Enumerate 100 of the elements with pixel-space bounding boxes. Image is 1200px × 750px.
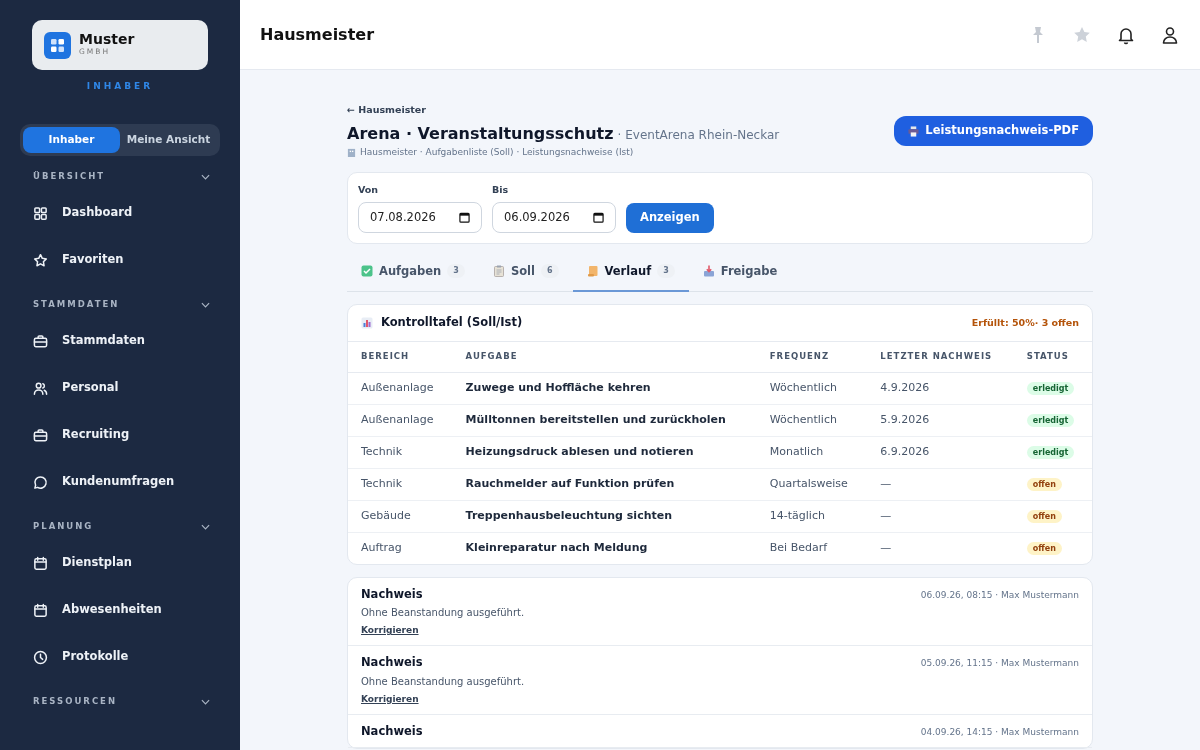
status-pill: erledigt <box>1026 445 1075 459</box>
entry-title: Nachweis <box>361 654 423 672</box>
table-cell: Zuwege und Hoffläche kehren <box>452 372 757 404</box>
card-title: Kontrolltafel (Soll/Ist) <box>381 314 523 332</box>
tab-count: 3 <box>447 264 465 279</box>
table-cell: Technik <box>348 468 453 500</box>
table-cell: Rauchmelder auf Funktion prüfen <box>452 468 757 500</box>
column-header: STATUS <box>1013 342 1092 372</box>
pdf-button[interactable]: Leistungsnachweis-PDF <box>894 116 1093 146</box>
table-cell: 6.9.2026 <box>867 436 1014 468</box>
table-cell: Auftrag <box>348 532 453 564</box>
table-cell: Kleinreparatur nach Meldung <box>452 532 757 564</box>
entry-meta: 04.09.26, 14:15 · Max Mustermann <box>920 725 1079 739</box>
entry-title: Nachweis <box>361 722 423 740</box>
tab-label: Verlauf <box>604 262 652 280</box>
toggle-button[interactable]: Inhaber <box>23 126 120 153</box>
date-field[interactable]: 06.09.2026 <box>492 201 616 233</box>
table-cell: Quartalsweise <box>756 468 868 500</box>
bar-chart-icon <box>361 317 373 329</box>
table-cell: — <box>867 532 1014 564</box>
role-label: INHABER <box>85 80 155 93</box>
calendar-icon <box>33 602 48 618</box>
entry-title: Nachweis <box>361 586 423 603</box>
tab-label: Soll <box>510 262 535 280</box>
date-field[interactable]: 07.08.2026 <box>358 201 482 233</box>
table-cell: Heizungsdruck ablesen und notieren <box>452 436 757 468</box>
status-pill: offen <box>1026 542 1062 555</box>
user-icon[interactable] <box>1160 24 1180 45</box>
nav-item[interactable]: Kundenumfragen <box>0 458 240 506</box>
nav-item[interactable]: Recruiting <box>0 411 240 459</box>
section-heading: STAMMDATEN <box>33 298 120 311</box>
scroll-icon <box>586 265 599 278</box>
tab[interactable]: Freigabe <box>688 253 792 292</box>
column-header: BEREICH <box>348 342 453 372</box>
grid-icon <box>33 205 48 221</box>
entry-text: Ohne Beanstandung ausgeführt. <box>361 674 526 689</box>
status-pill: erledigt <box>1026 413 1075 427</box>
table-cell: 5.9.2026 <box>867 404 1014 436</box>
table-cell: Wöchentlich <box>756 404 868 436</box>
tab[interactable]: Verlauf 3 <box>572 253 689 292</box>
chevron-down-icon[interactable] <box>201 173 210 180</box>
field-label: Bis <box>492 182 510 197</box>
table-cell: 14-täglich <box>756 500 868 532</box>
table-cell: Gebäude <box>348 500 453 532</box>
table-cell: Außenanlage <box>348 372 453 404</box>
nav-item[interactable]: Protokolle <box>0 633 240 681</box>
logo-name: Muster <box>79 32 135 47</box>
chevron-down-icon[interactable] <box>201 301 210 308</box>
table-cell: Bei Bedarf <box>756 532 868 564</box>
summary-text: Erfüllt: 50%· 3 offen <box>971 315 1079 330</box>
tab-count: 6 <box>540 264 559 279</box>
back-link[interactable]: ← Hausmeister <box>347 104 426 115</box>
table-cell: Monatlich <box>756 436 868 468</box>
nav-item[interactable]: Personal <box>0 364 240 412</box>
table-cell: Mülltonnen bereitstellen und zurückholen <box>452 404 757 436</box>
chevron-down-icon[interactable] <box>201 523 210 530</box>
page-title: Hausmeister <box>260 24 375 45</box>
status-pill: offen <box>1026 477 1062 491</box>
users-icon <box>33 380 48 396</box>
nav-item[interactable]: Stammdaten <box>0 317 240 365</box>
briefcase-icon <box>33 333 48 349</box>
table-cell: — <box>867 500 1014 532</box>
nav-item[interactable]: Favoriten <box>0 236 240 284</box>
entry-meta: 06.09.26, 08:15 · Max Mustermann <box>920 589 1079 602</box>
calendar-icon <box>33 555 48 571</box>
table-cell: — <box>867 468 1014 500</box>
section-heading: ÜBERSICHT <box>33 170 106 183</box>
building-icon <box>347 148 356 158</box>
nav-item[interactable]: Dienstplan <box>0 539 240 587</box>
correct-link[interactable]: Korrigieren <box>361 692 419 706</box>
tab[interactable]: Aufgaben 3 <box>347 253 479 292</box>
toggle-button[interactable]: Meine Ansicht <box>120 126 217 153</box>
field-label: Von <box>358 182 380 197</box>
breadcrumb-text: Hausmeister · Aufgabenliste (Soll) · Leistungsnachweise (Ist) <box>360 146 634 159</box>
section-heading: PLANUNG <box>33 520 94 533</box>
calendar-icon[interactable] <box>459 211 470 223</box>
table-cell: Treppenhausbeleuchtung sichten <box>452 500 757 532</box>
inbox-icon <box>702 265 715 278</box>
chevron-down-icon[interactable] <box>201 698 210 705</box>
correct-link[interactable]: Korrigieren <box>361 624 419 638</box>
star-icon <box>33 252 48 268</box>
chat-icon <box>33 474 48 490</box>
column-header: AUFGABE <box>452 342 757 372</box>
date-value: 07.08.2026 <box>370 208 436 226</box>
clipboard-icon <box>492 265 505 278</box>
tab-count: 3 <box>657 264 675 279</box>
column-header: FREQUENZ <box>756 342 868 372</box>
show-button[interactable]: Anzeigen <box>626 202 714 233</box>
table-cell: Technik <box>348 436 453 468</box>
tab[interactable]: Soll 6 <box>478 253 573 292</box>
status-pill: erledigt <box>1026 381 1075 395</box>
printer-icon <box>908 125 920 137</box>
logo-icon <box>44 31 71 59</box>
calendar-icon[interactable] <box>593 211 604 223</box>
nav-item[interactable]: Abwesenheiten <box>0 586 240 634</box>
entry-text: Ohne Beanstandung ausgeführt. <box>361 606 526 621</box>
nav-item[interactable]: Dashboard <box>0 189 240 237</box>
status-pill: offen <box>1026 509 1062 523</box>
entry-meta: 05.09.26, 11:15 · Max Mustermann <box>920 657 1079 671</box>
page-heading: Arena · Veranstaltungsschutz <box>347 123 614 145</box>
